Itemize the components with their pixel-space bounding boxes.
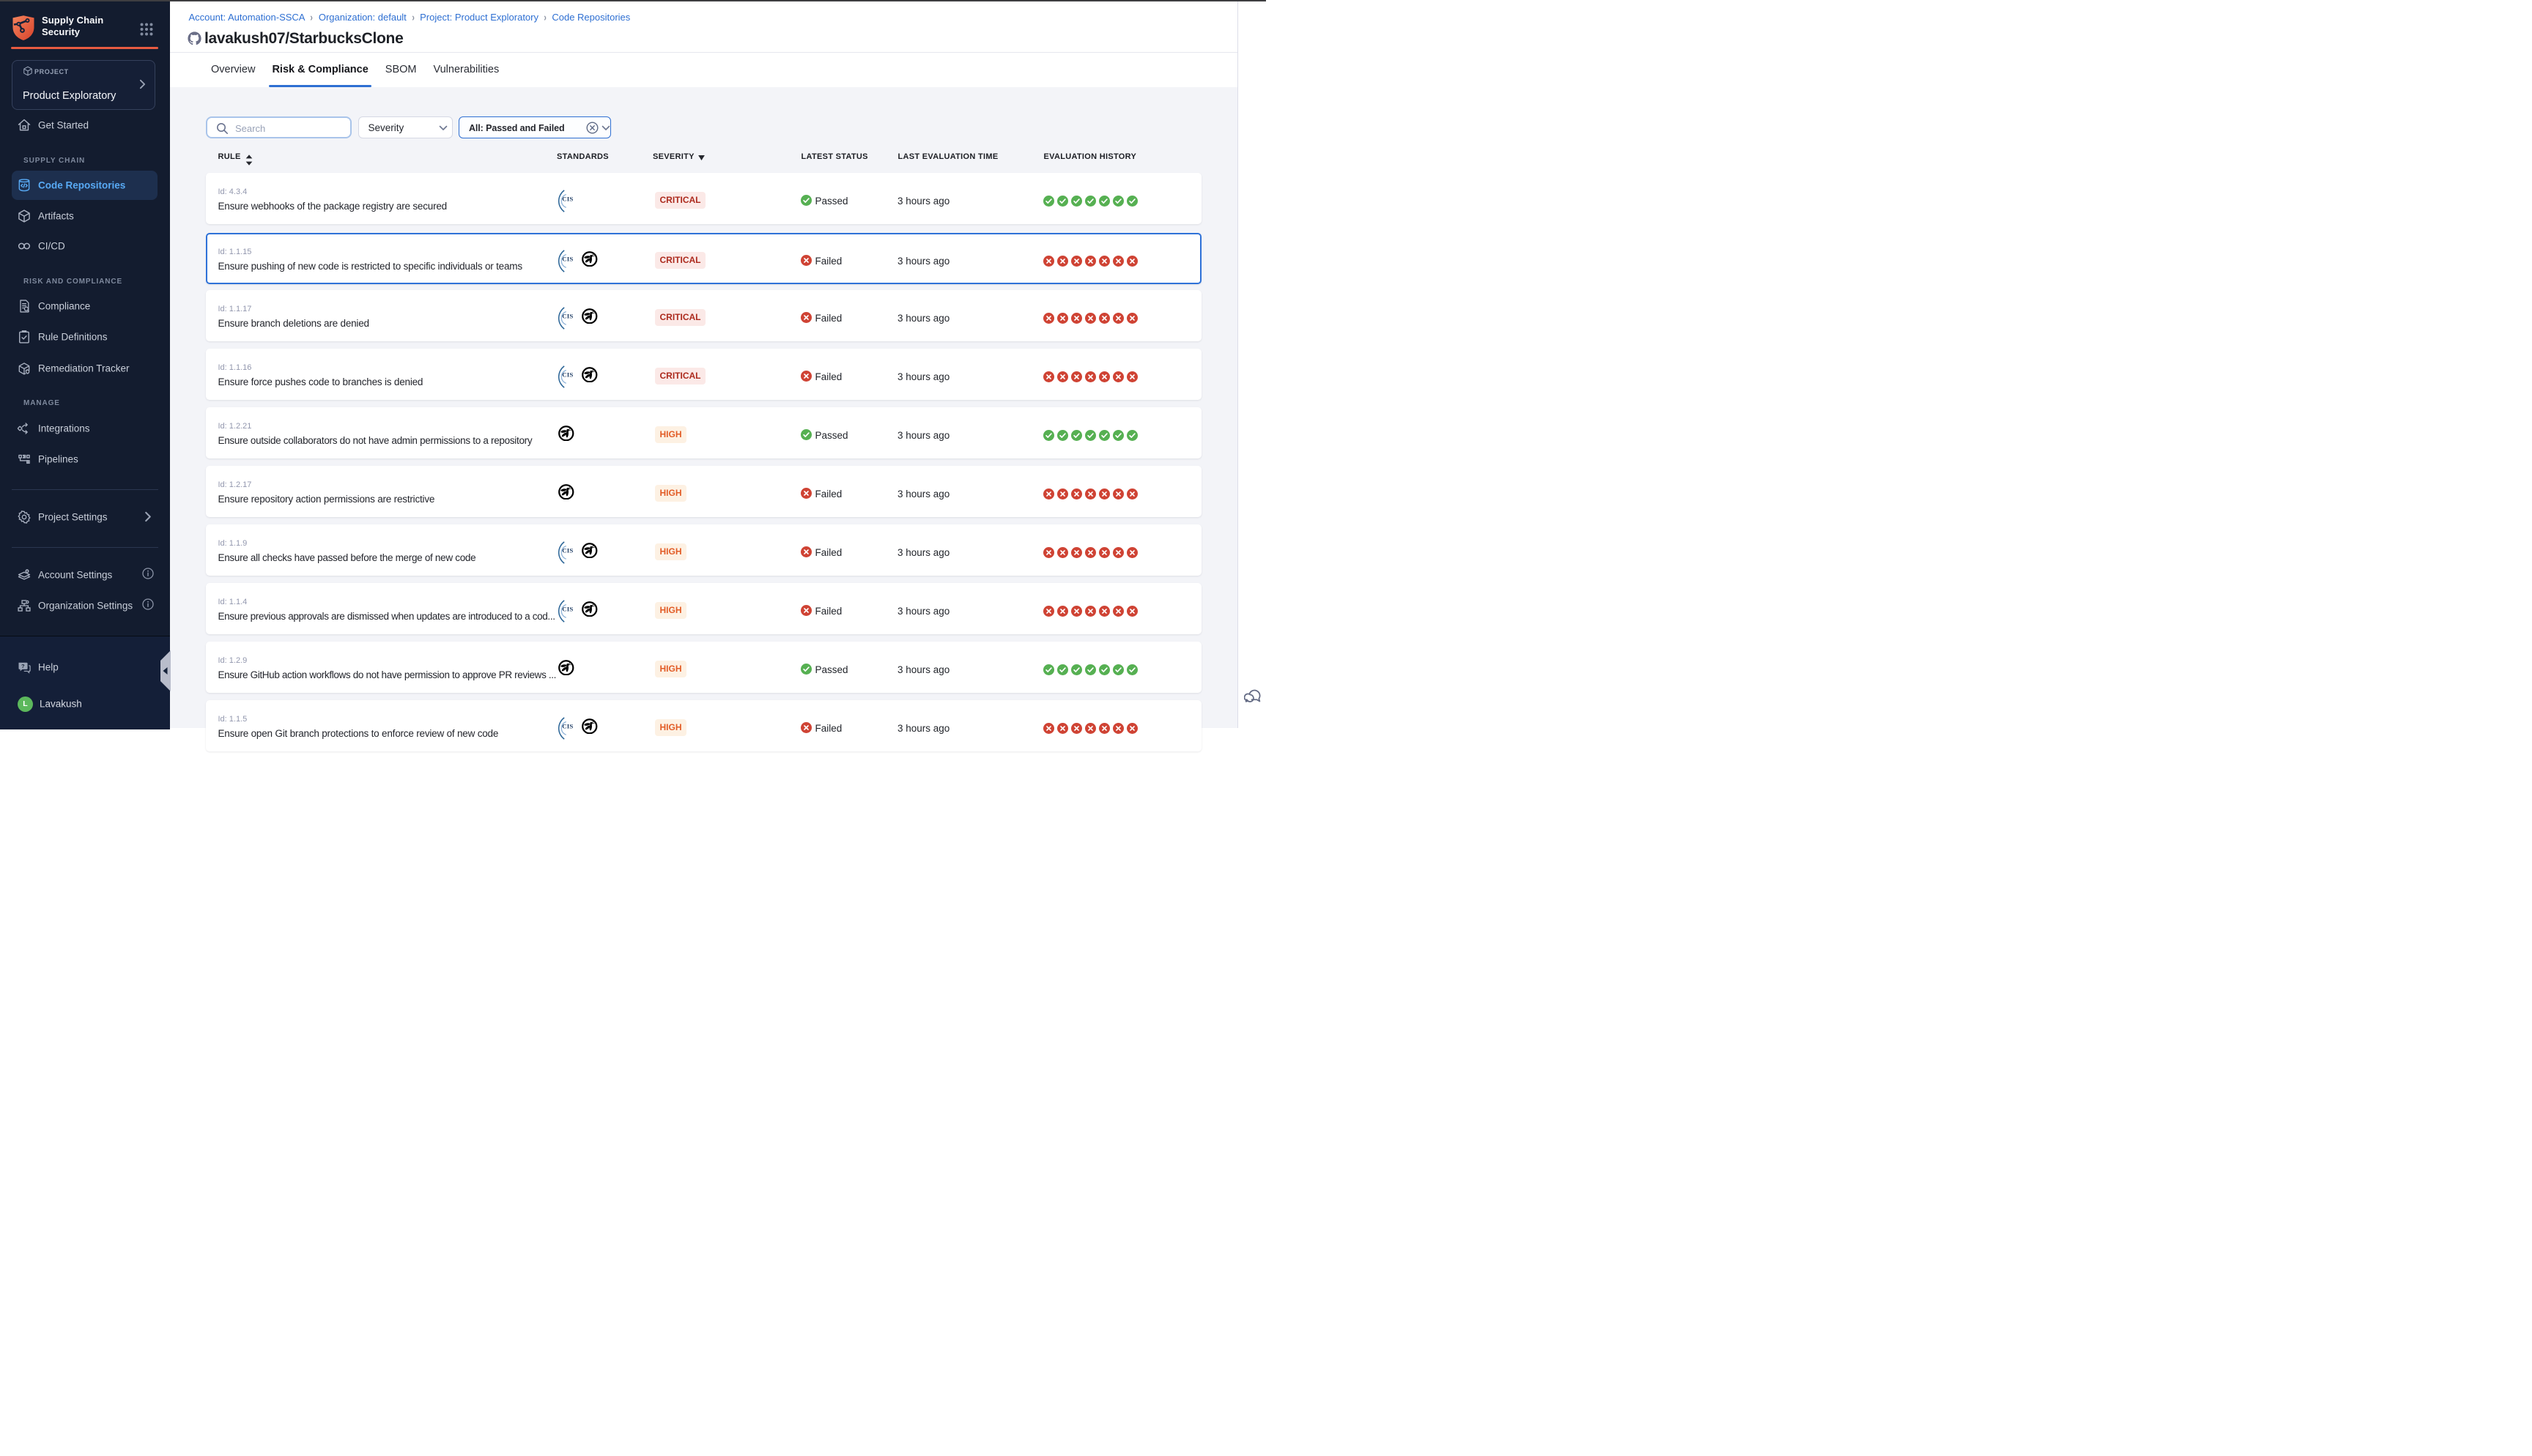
svg-text:?: ?: [21, 663, 25, 669]
